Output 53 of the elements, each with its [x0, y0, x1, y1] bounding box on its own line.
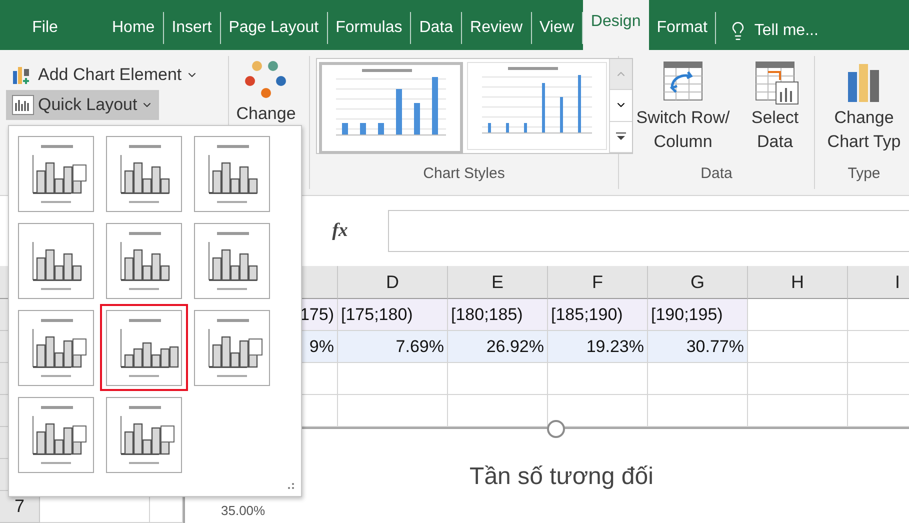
ribbon-tab[interactable]: Page Layout	[220, 12, 328, 44]
ribbon-tab[interactable]: Design	[582, 0, 649, 50]
quick-layout-icon	[12, 95, 34, 115]
tell-me-search[interactable]: Tell me...	[754, 22, 818, 40]
chart-layout-icon	[194, 222, 270, 298]
select-data-button[interactable]: Select Data	[743, 56, 807, 156]
table-cell: [175;180)	[338, 299, 448, 331]
chart-layout-icon	[106, 222, 182, 298]
column-header[interactable]: D	[338, 266, 448, 299]
resize-grip-icon[interactable]	[287, 482, 295, 490]
chart-layout-icon	[18, 222, 94, 298]
chart-layout-icon	[106, 310, 182, 386]
chart-layout-icon	[18, 310, 94, 386]
ribbon-tab[interactable]: Review	[462, 12, 532, 44]
table-cell: 26.92%	[448, 331, 548, 363]
change-chart-type-button[interactable]: Change Chart Typ	[821, 56, 907, 156]
column-header[interactable]: F	[548, 266, 648, 299]
table-cell: 19.23%	[548, 331, 648, 363]
table-cell: [190;195)	[648, 299, 748, 331]
chart-layout-icon	[194, 310, 270, 386]
quick-layout-button[interactable]: Quick Layout	[6, 90, 160, 120]
add-chart-element-button[interactable]: Add Chart Element	[6, 60, 204, 90]
layout-option[interactable]	[100, 304, 188, 391]
column-header[interactable]: E	[448, 266, 548, 299]
table-cell: [185;190)	[548, 299, 648, 331]
column-header[interactable]: H	[748, 266, 848, 299]
switch-row-column-button[interactable]: Switch Row/ Column	[625, 56, 741, 156]
table-cell: [180;185)	[448, 299, 548, 331]
chart-layout-icon	[194, 136, 270, 212]
chart-layout-icon	[18, 136, 94, 212]
chart-layout-icon	[106, 396, 182, 472]
column-header[interactable]: G	[648, 266, 748, 299]
group-label: Type	[846, 165, 882, 184]
change-colors-button[interactable]: Change	[229, 56, 303, 128]
chart-title: Tần số tương đối	[470, 463, 654, 491]
more-icon	[615, 132, 627, 142]
chart-layout-icon	[18, 396, 94, 472]
formula-input[interactable]	[388, 210, 909, 252]
column-header[interactable]: I	[848, 266, 909, 299]
insert-function-button[interactable]: fx	[300, 211, 380, 251]
ribbon-tab[interactable]: Insert	[164, 12, 221, 44]
group-label: Data	[700, 165, 734, 184]
resize-handle[interactable]	[547, 420, 565, 438]
chart-layout-icon	[106, 136, 182, 212]
ribbon-tab[interactable]: Home	[104, 12, 164, 44]
ribbon-tab[interactable]: Format	[648, 12, 716, 44]
ribbon-tab[interactable]: File	[0, 12, 90, 44]
ribbon-tab[interactable]: Data	[411, 12, 462, 44]
ribbon-tab[interactable]: Formulas	[328, 12, 412, 44]
axis-label: 35.00%	[221, 503, 266, 518]
table-cell: 30.77%	[648, 331, 748, 363]
table-cell: 7.69%	[338, 331, 448, 363]
group-label: Chart Styles	[422, 165, 506, 184]
